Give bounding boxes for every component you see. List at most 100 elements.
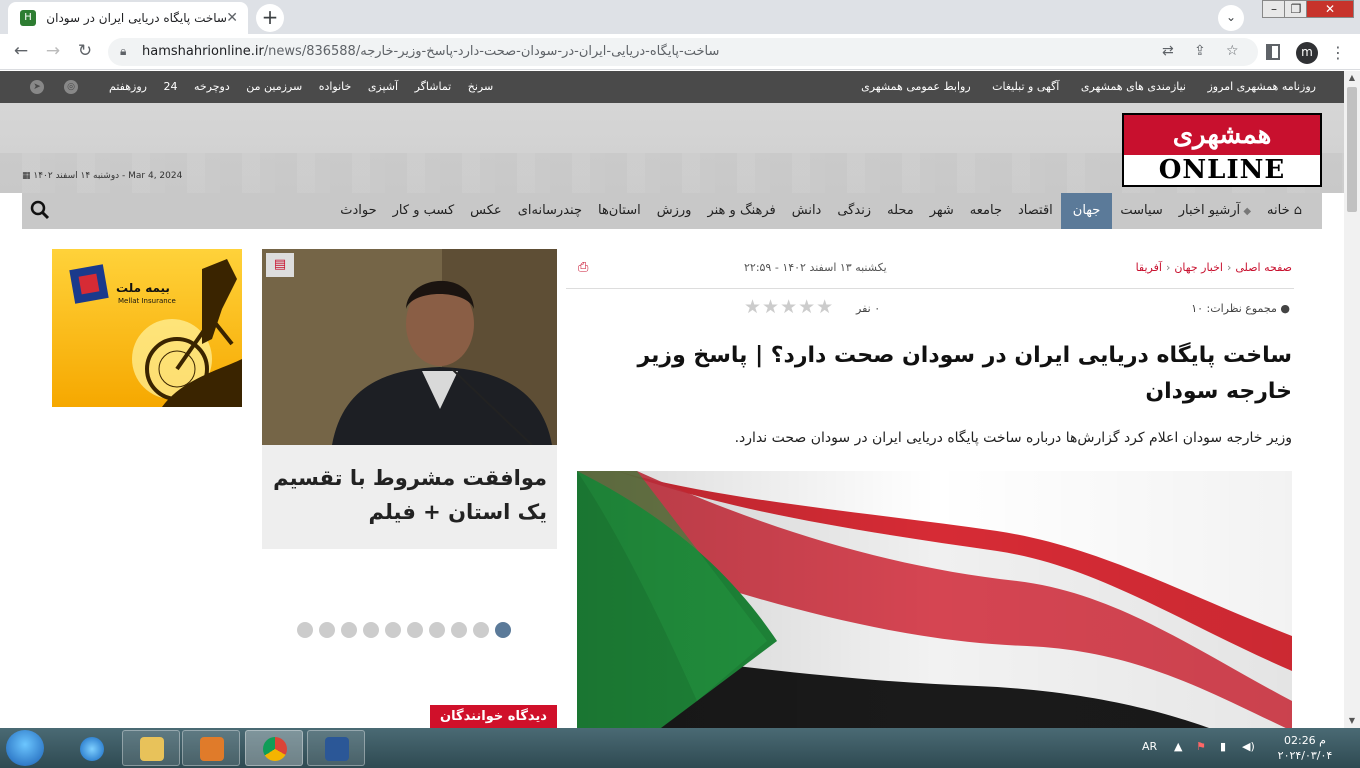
taskbar-explorer[interactable] (122, 730, 180, 766)
taskbar-word[interactable] (307, 730, 365, 766)
nav-item-home[interactable]: ⌂ خانه (1259, 193, 1310, 229)
topbar-link[interactable]: تماشاگر (415, 80, 452, 93)
nav-item-business[interactable]: کسب و کار (385, 193, 463, 229)
featured-news-card[interactable]: ▤ موافقت مشروط با تقسیم یک استان + فیلم (262, 249, 557, 549)
reload-icon[interactable]: ↻ (74, 41, 96, 63)
lock-icon[interactable]: 🔒︎ (120, 44, 126, 59)
profile-avatar[interactable]: m (1296, 42, 1318, 64)
nav-item-politics[interactable]: سیاست (1112, 193, 1170, 229)
bookmark-star-icon[interactable]: ☆ (1226, 43, 1239, 59)
slider-dot[interactable] (407, 622, 423, 638)
nav-item-world[interactable]: جهان (1060, 193, 1113, 229)
scroll-down-icon[interactable]: ▼ (1344, 714, 1360, 728)
nav-item-life[interactable]: زندگی (829, 193, 879, 229)
search-icon[interactable] (30, 200, 50, 220)
windows-taskbar: AR ▲ ⚑ ▮ ◀) م 02:26 ۲۰۲۴/۰۳/۰۴ (0, 728, 1360, 768)
volume-icon[interactable]: ◀) (1242, 740, 1255, 753)
site-favicon-icon: H (20, 10, 36, 26)
share-icon[interactable]: ⇪ (1194, 43, 1206, 59)
slider-dot[interactable] (319, 622, 335, 638)
language-indicator[interactable]: AR (1142, 740, 1157, 753)
nav-item-archive[interactable]: ◆ آرشیو اخبار (1171, 193, 1259, 229)
nav-item-society[interactable]: جامعه (962, 193, 1010, 229)
slider-dot[interactable] (429, 622, 445, 638)
back-arrow-icon[interactable]: ← (10, 41, 32, 63)
nav-item-sports[interactable]: ورزش (649, 193, 700, 229)
topbar-link[interactable]: روزنامه همشهری امروز (1208, 80, 1317, 93)
nav-item-economy[interactable]: اقتصاد (1010, 193, 1061, 229)
breadcrumb-item[interactable]: آفریقا (1136, 261, 1162, 274)
topbar-link[interactable]: آشپزی (368, 80, 398, 93)
network-icon[interactable]: ▮ (1220, 740, 1226, 753)
topbar-link[interactable]: 24 (163, 80, 177, 93)
nav-item-culture[interactable]: فرهنگ و هنر (699, 193, 783, 229)
minimize-button[interactable]: – (1262, 0, 1286, 18)
nav-item-city[interactable]: شهر (922, 193, 962, 229)
calendar-icon: ▦ (22, 171, 34, 181)
topbar-link[interactable]: سرنخ (468, 80, 493, 93)
breadcrumb-item[interactable]: اخبار جهان (1174, 261, 1223, 274)
taskbar-media[interactable] (182, 730, 240, 766)
telegram-icon[interactable]: ➤ (30, 80, 44, 94)
taskbar-chrome[interactable] (245, 730, 303, 766)
taskbar-clock[interactable]: م 02:26 ۲۰۲۴/۰۳/۰۴ (1270, 733, 1340, 763)
topbar-link[interactable]: روابط عمومی همشهری (861, 80, 971, 93)
action-center-icon[interactable]: ⚑ (1196, 740, 1206, 753)
nav-item-science[interactable]: دانش (784, 193, 830, 229)
start-button[interactable] (6, 730, 44, 766)
close-window-button[interactable]: ✕ (1306, 0, 1354, 18)
scrollbar-thumb[interactable] (1347, 87, 1357, 212)
topbar-link[interactable]: خانواده (319, 80, 352, 93)
address-bar[interactable]: 🔒︎ hamshahrionline.ir/news/836588/ساخت-پ… (108, 38, 1258, 66)
new-tab-button[interactable]: + (256, 4, 284, 32)
tab-close-icon[interactable]: ✕ (226, 10, 238, 26)
browser-tab[interactable]: H ساخت پایگاه دریایی ایران در سودان صحت … (8, 2, 248, 34)
slider-dot[interactable] (451, 622, 467, 638)
nav-item-neighborhood[interactable]: محله (879, 193, 922, 229)
forward-arrow-icon[interactable]: → (42, 41, 64, 63)
nav-item-photo[interactable]: عکس (462, 193, 510, 229)
taskbar-ie[interactable] (62, 730, 120, 766)
site-logo[interactable]: همشهری ONLINE (1122, 113, 1322, 187)
slider-dot[interactable] (473, 622, 489, 638)
current-date: ▦ دوشنبه ۱۴ اسفند ۱۴۰۲ - Mar 4, 2024 (22, 171, 183, 181)
advertisement-banner[interactable]: بیمه ملت Mellat Insurance (52, 249, 242, 407)
readers-views-badge[interactable]: دیدگاه خوانندگان (430, 705, 557, 729)
slider-dot[interactable] (385, 622, 401, 638)
topbar-link[interactable]: روزهفتم (109, 80, 147, 93)
folder-icon (140, 737, 164, 761)
word-icon (325, 737, 349, 761)
topbar-link[interactable]: نیازمندی های همشهری (1081, 80, 1186, 93)
translate-icon[interactable]: ⇄ (1162, 43, 1174, 59)
topbar-link[interactable]: آگهی و تبلیغات (992, 80, 1059, 93)
bicycle-illustration (69, 259, 242, 407)
comments-count[interactable]: ● مجموع نظرات: ۱۰ (1191, 302, 1290, 315)
maximize-button[interactable]: ❐ (1284, 0, 1308, 18)
slider-dot[interactable] (495, 622, 511, 638)
media-player-icon (200, 737, 224, 761)
topbar-link[interactable]: دوچرخه (194, 80, 230, 93)
nav-item-incidents[interactable]: حوادث (332, 193, 384, 229)
slider-dot[interactable] (341, 622, 357, 638)
nav-item-multimedia[interactable]: چندرسانه‌ای (510, 193, 590, 229)
instagram-icon[interactable]: ◎ (64, 80, 78, 94)
breadcrumb: صفحه اصلی‹اخبار جهان‹آفریقا (1136, 261, 1292, 274)
video-film-icon: ▤ (266, 253, 294, 277)
slider-dot[interactable] (363, 622, 379, 638)
logo-top-text: همشهری (1124, 115, 1320, 155)
print-icon[interactable]: ⎙ (578, 260, 592, 275)
page-scrollbar[interactable]: ▲ ▼ (1344, 71, 1360, 728)
scroll-up-icon[interactable]: ▲ (1344, 71, 1360, 85)
breadcrumb-item[interactable]: صفحه اصلی (1235, 261, 1292, 274)
topbar-right-links: روزنامه همشهری امروز نیازمندی های همشهری… (843, 80, 1316, 93)
article-headline: ساخت پایگاه دریایی ایران در سودان صحت دا… (637, 343, 1292, 404)
featured-news-title[interactable]: موافقت مشروط با تقسیم یک استان + فیلم (267, 461, 547, 529)
nav-item-provinces[interactable]: استان‌ها (590, 193, 649, 229)
topbar-link[interactable]: سرزمین من (246, 80, 302, 93)
side-panel-icon[interactable] (1266, 44, 1280, 60)
tab-search-button[interactable]: ⌄ (1218, 5, 1244, 31)
slider-dot[interactable] (297, 622, 313, 638)
tray-expand-icon[interactable]: ▲ (1174, 740, 1182, 753)
browser-menu-icon[interactable]: ⋮ (1330, 43, 1346, 62)
rating-stars[interactable]: ★★★★★ (744, 296, 834, 318)
